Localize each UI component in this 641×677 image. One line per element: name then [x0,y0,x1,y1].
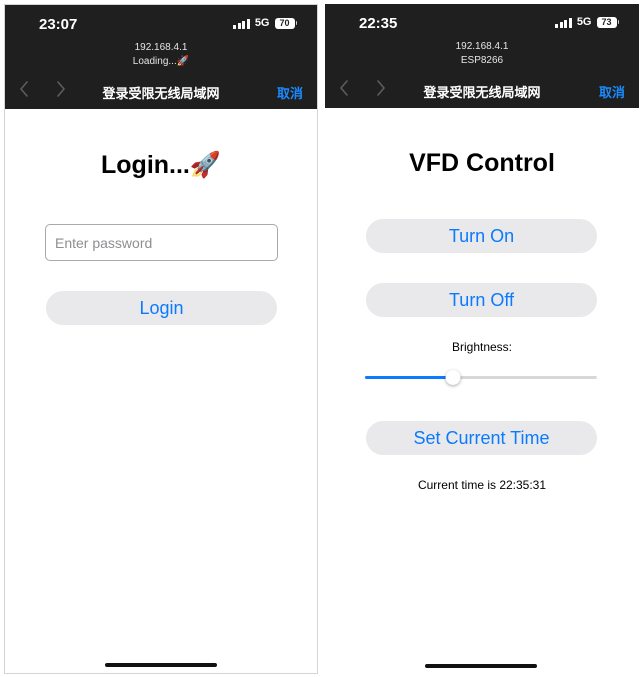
page-title: Login...🚀 [101,151,221,179]
cancel-button[interactable]: 取消 [599,82,625,101]
status-time: 22:35 [359,15,398,32]
status-icons: 5G 73 [555,16,619,28]
brightness-slider[interactable] [365,370,597,386]
nav-title: 登录受限无线局域网 [102,86,220,101]
turn-off-button[interactable]: Turn Off [366,283,597,317]
network-type: 5G [576,16,592,28]
signal-icon [555,17,572,28]
battery-level: 73 [596,16,617,28]
battery-icon: 73 [596,16,619,28]
captive-portal-header: 22:35 5G 73 192.168.4.1 ESP8266 登录受限无线局域… [325,4,639,108]
slider-fill [365,376,454,379]
current-time-text: Current time is 22:35:31 [417,478,547,492]
nav-title: 登录受限无线局域网 [423,85,541,100]
turn-on-button[interactable]: Turn On [366,219,597,253]
portal-address: 192.168.4.1 [455,41,509,52]
login-button[interactable]: Login [46,291,277,325]
brightness-label: Brightness: [451,340,513,354]
status-time: 23:07 [39,16,78,33]
cancel-button[interactable]: 取消 [277,83,303,102]
portal-address: 192.168.4.1 [134,42,188,53]
password-input[interactable] [45,224,278,261]
portal-subtitle: Loading...🚀 [132,56,190,67]
signal-icon [233,18,250,29]
portal-subtitle: ESP8266 [460,55,504,66]
status-icons: 5G 70 [233,17,297,29]
battery-level: 70 [274,17,295,29]
home-indicator [425,664,537,668]
battery-icon: 70 [274,17,297,29]
phone-vfd-control-screen: 22:35 5G 73 192.168.4.1 ESP8266 登录受限无线局域… [325,4,639,674]
phone-login-screen: 23:07 5G 70 192.168.4.1 Loading...🚀 登录受限… [4,4,318,674]
network-type: 5G [254,17,270,29]
slider-thumb[interactable] [445,370,461,385]
captive-portal-header: 23:07 5G 70 192.168.4.1 Loading...🚀 登录受限… [5,5,317,109]
set-current-time-button[interactable]: Set Current Time [366,421,597,455]
home-indicator [105,663,217,667]
page-title: VFD Control [409,149,555,177]
